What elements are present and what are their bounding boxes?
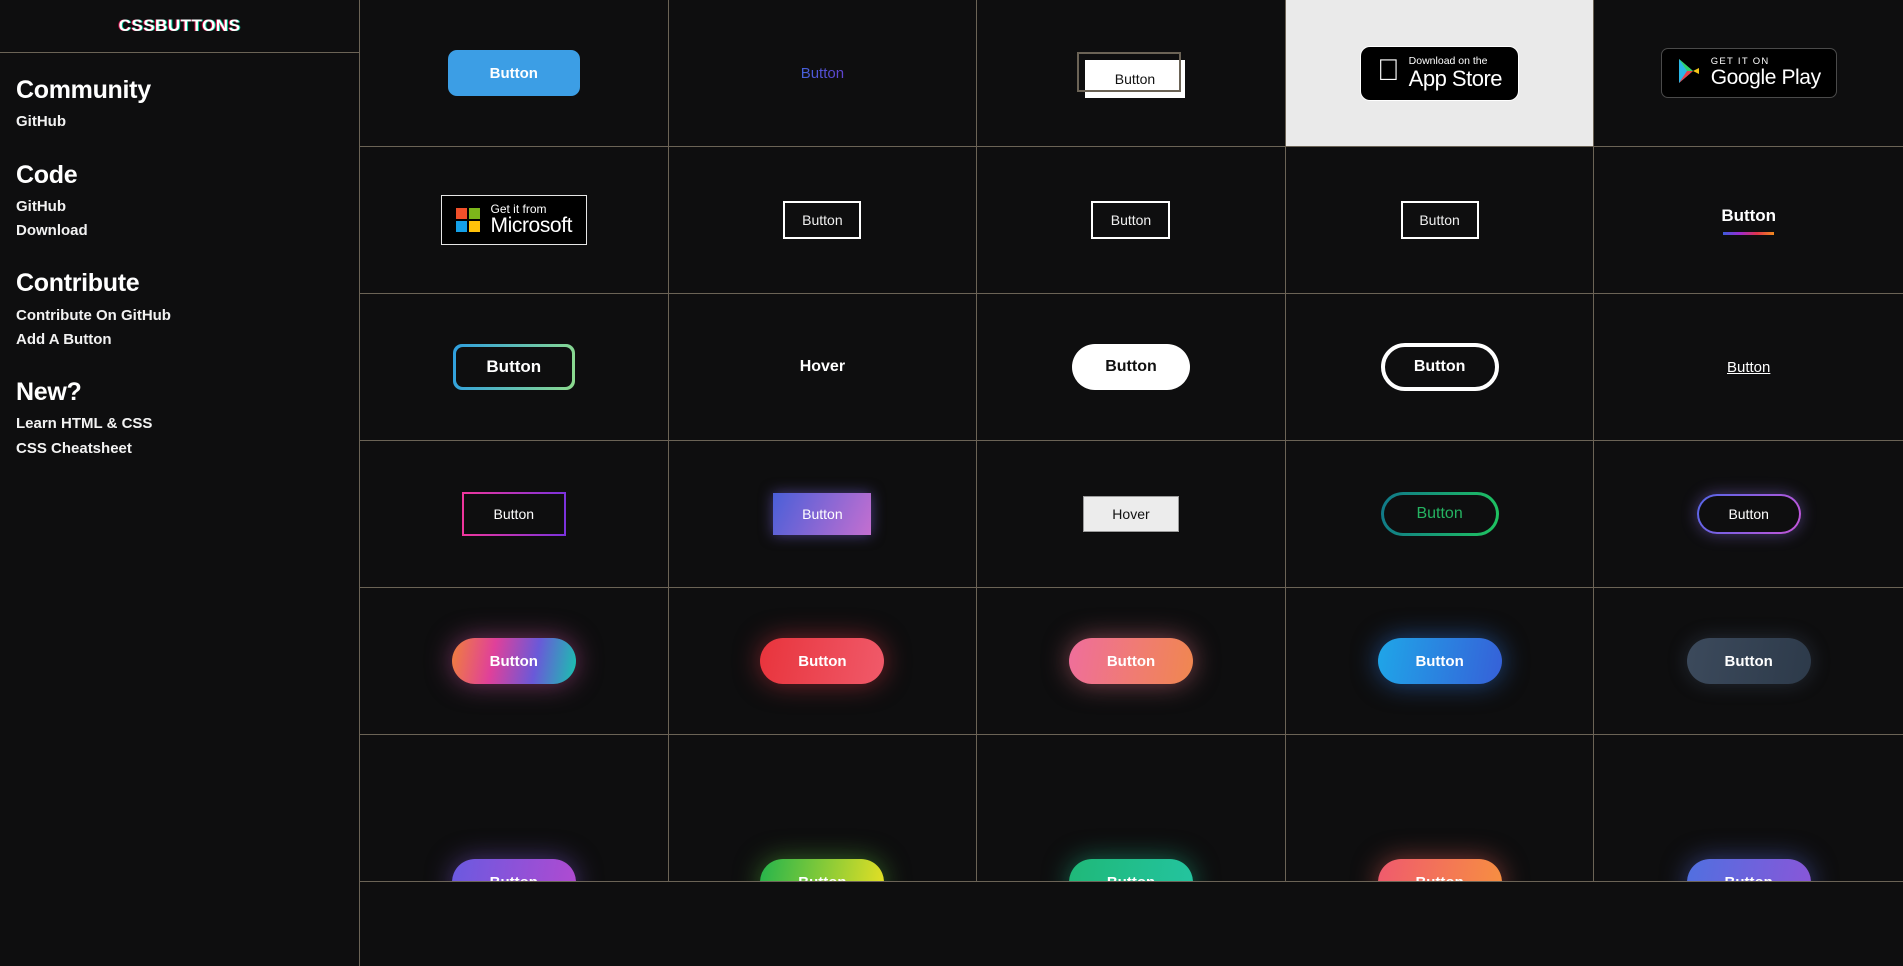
gallery-cell: Button — [1285, 588, 1595, 735]
button-green-yellow-glow-pill[interactable]: Button — [760, 859, 885, 881]
sidebar-item-contribute-on-github[interactable]: Contribute On GitHub — [16, 304, 343, 328]
nav-heading-new: New? — [16, 378, 82, 407]
button-white-outline-c[interactable]: Button — [1400, 201, 1479, 239]
sidebar-nav: Community GitHub Code GitHub Download Co… — [0, 53, 359, 461]
button-white-offset-outline[interactable]: Button — [1076, 52, 1185, 98]
page-root: CSSBUTTONS Community GitHub Code GitHub … — [0, 0, 1903, 966]
gallery-cell: Button — [360, 294, 669, 441]
gallery-cell: Button — [977, 147, 1286, 294]
gallery-cell: Button — [360, 441, 669, 588]
nav-group-code: Code GitHub Download — [16, 160, 343, 244]
gallery-cell: Button — [1594, 441, 1903, 588]
gallery-cell: Button — [977, 735, 1286, 882]
gallery-cell: Button — [1285, 294, 1595, 441]
sidebar-item-download[interactable]: Download — [16, 219, 343, 243]
gallery-cell: Button — [668, 441, 978, 588]
gallery-cell: Get it from Microsoft — [360, 147, 669, 294]
button-gradient-text[interactable]: Button — [783, 55, 862, 92]
gallery-cell: Button — [1285, 735, 1595, 882]
nav-group-new: New? Learn HTML & CSS CSS Cheatsheet — [16, 377, 343, 461]
gallery-cell: Button — [360, 588, 669, 735]
microsoft-name: Microsoft — [490, 214, 573, 238]
button-glowing-purple-pill[interactable]: Button — [1697, 494, 1801, 534]
button-indigo-glow-pill[interactable]: Button — [1686, 859, 1811, 881]
app-store-name: App Store — [1397, 65, 1503, 91]
button-label: Button — [455, 347, 572, 387]
microsoft-badge-button[interactable]: Get it from Microsoft — [440, 195, 588, 245]
gallery-cell: Button — [1594, 147, 1903, 294]
button-white-outline-b[interactable]: Button — [1091, 201, 1171, 239]
button-classic-light[interactable]: Hover — [1082, 496, 1179, 532]
gallery-cell: Hover — [668, 294, 978, 441]
button-rainbow-glow-pill[interactable]: Button — [451, 638, 576, 684]
button-teal-glow-pill[interactable]: Button — [1068, 859, 1193, 881]
google-play-badge-button[interactable]: GET IT ON Google Play — [1660, 48, 1837, 98]
gallery-cell: Hover — [977, 441, 1286, 588]
gallery-cell: Button — [360, 0, 669, 147]
gallery-cell: Button — [668, 588, 978, 735]
nav-heading-contribute: Contribute — [16, 269, 140, 298]
button-blue-glow-pill[interactable]: Button — [1377, 638, 1502, 684]
gallery-cell: Button — [668, 735, 978, 882]
site-logo[interactable]: CSSBUTTONS — [119, 16, 241, 36]
gallery-cell: Button — [1594, 294, 1903, 441]
gallery-cell: GET IT ON Google Play — [1594, 0, 1903, 147]
button-white-outline-a[interactable]: Button — [783, 201, 862, 239]
gallery-cell: Button — [1285, 441, 1595, 588]
sidebar-item-community-github[interactable]: GitHub — [16, 110, 343, 134]
gallery-cell: Button — [977, 588, 1286, 735]
button-solid-blue[interactable]: Button — [447, 50, 580, 96]
button-text-only-hover[interactable]: Hover — [780, 348, 865, 386]
button-pink-orange-glow-pill[interactable]: Button — [1068, 638, 1193, 684]
google-play-icon — [1677, 58, 1701, 89]
offset-ring — [1076, 52, 1181, 92]
button-red-glow-pill[interactable]: Button — [760, 638, 885, 684]
button-coral-glow-pill[interactable]: Button — [1377, 859, 1502, 881]
gallery-cell: Button — [668, 0, 978, 147]
button-white-pill[interactable]: Button — [1071, 344, 1190, 390]
button-gradient-border[interactable]: Button — [452, 344, 575, 390]
nav-group-community: Community GitHub — [16, 75, 343, 135]
sidebar-item-code-github[interactable]: GitHub — [16, 195, 343, 219]
google-play-name: Google Play — [1710, 65, 1821, 89]
button-green-outlined-pill[interactable]: Button — [1381, 492, 1499, 536]
button-slate-pill[interactable]: Button — [1686, 638, 1811, 684]
gallery-cell: Button — [1285, 147, 1595, 294]
sidebar: CSSBUTTONS Community GitHub Code GitHub … — [0, 0, 359, 966]
button-white-outlined-pill[interactable]: Button — [1380, 343, 1499, 391]
app-store-badge-button[interactable]:  Download on the App Store — [1361, 46, 1519, 100]
nav-heading-community: Community — [16, 76, 151, 104]
sidebar-header: CSSBUTTONS — [0, 0, 359, 53]
button-gradient-underline[interactable]: Button — [1721, 206, 1776, 235]
nav-group-contribute: Contribute Contribute On GitHub Add A Bu… — [16, 268, 343, 352]
gallery-cell: Button — [668, 147, 978, 294]
button-violet-glow-pill[interactable]: Button — [451, 859, 576, 881]
nav-heading-code: Code — [16, 160, 78, 189]
gallery-cell-light:  Download on the App Store — [1285, 0, 1595, 147]
gallery-cell: Button — [1594, 735, 1903, 882]
button-gallery-grid: Button Button Button  Download on the A… — [359, 0, 1903, 966]
sidebar-item-learn-html-css[interactable]: Learn HTML & CSS — [16, 412, 343, 436]
apple-icon:  — [1377, 56, 1400, 86]
gallery-cell: Button — [977, 0, 1286, 147]
sidebar-item-add-a-button[interactable]: Add A Button — [16, 328, 343, 352]
button-pink-purple-border[interactable]: Button — [462, 492, 566, 536]
button-blue-pink-fill[interactable]: Button — [773, 493, 872, 535]
microsoft-logo-icon — [455, 208, 480, 232]
gallery-cell: Button — [1594, 588, 1903, 735]
gallery-cell: Button — [360, 735, 669, 882]
button-underlined-link[interactable]: Button — [1719, 351, 1778, 384]
gallery-cell: Button — [977, 294, 1286, 441]
sidebar-item-css-cheatsheet[interactable]: CSS Cheatsheet — [16, 437, 343, 461]
